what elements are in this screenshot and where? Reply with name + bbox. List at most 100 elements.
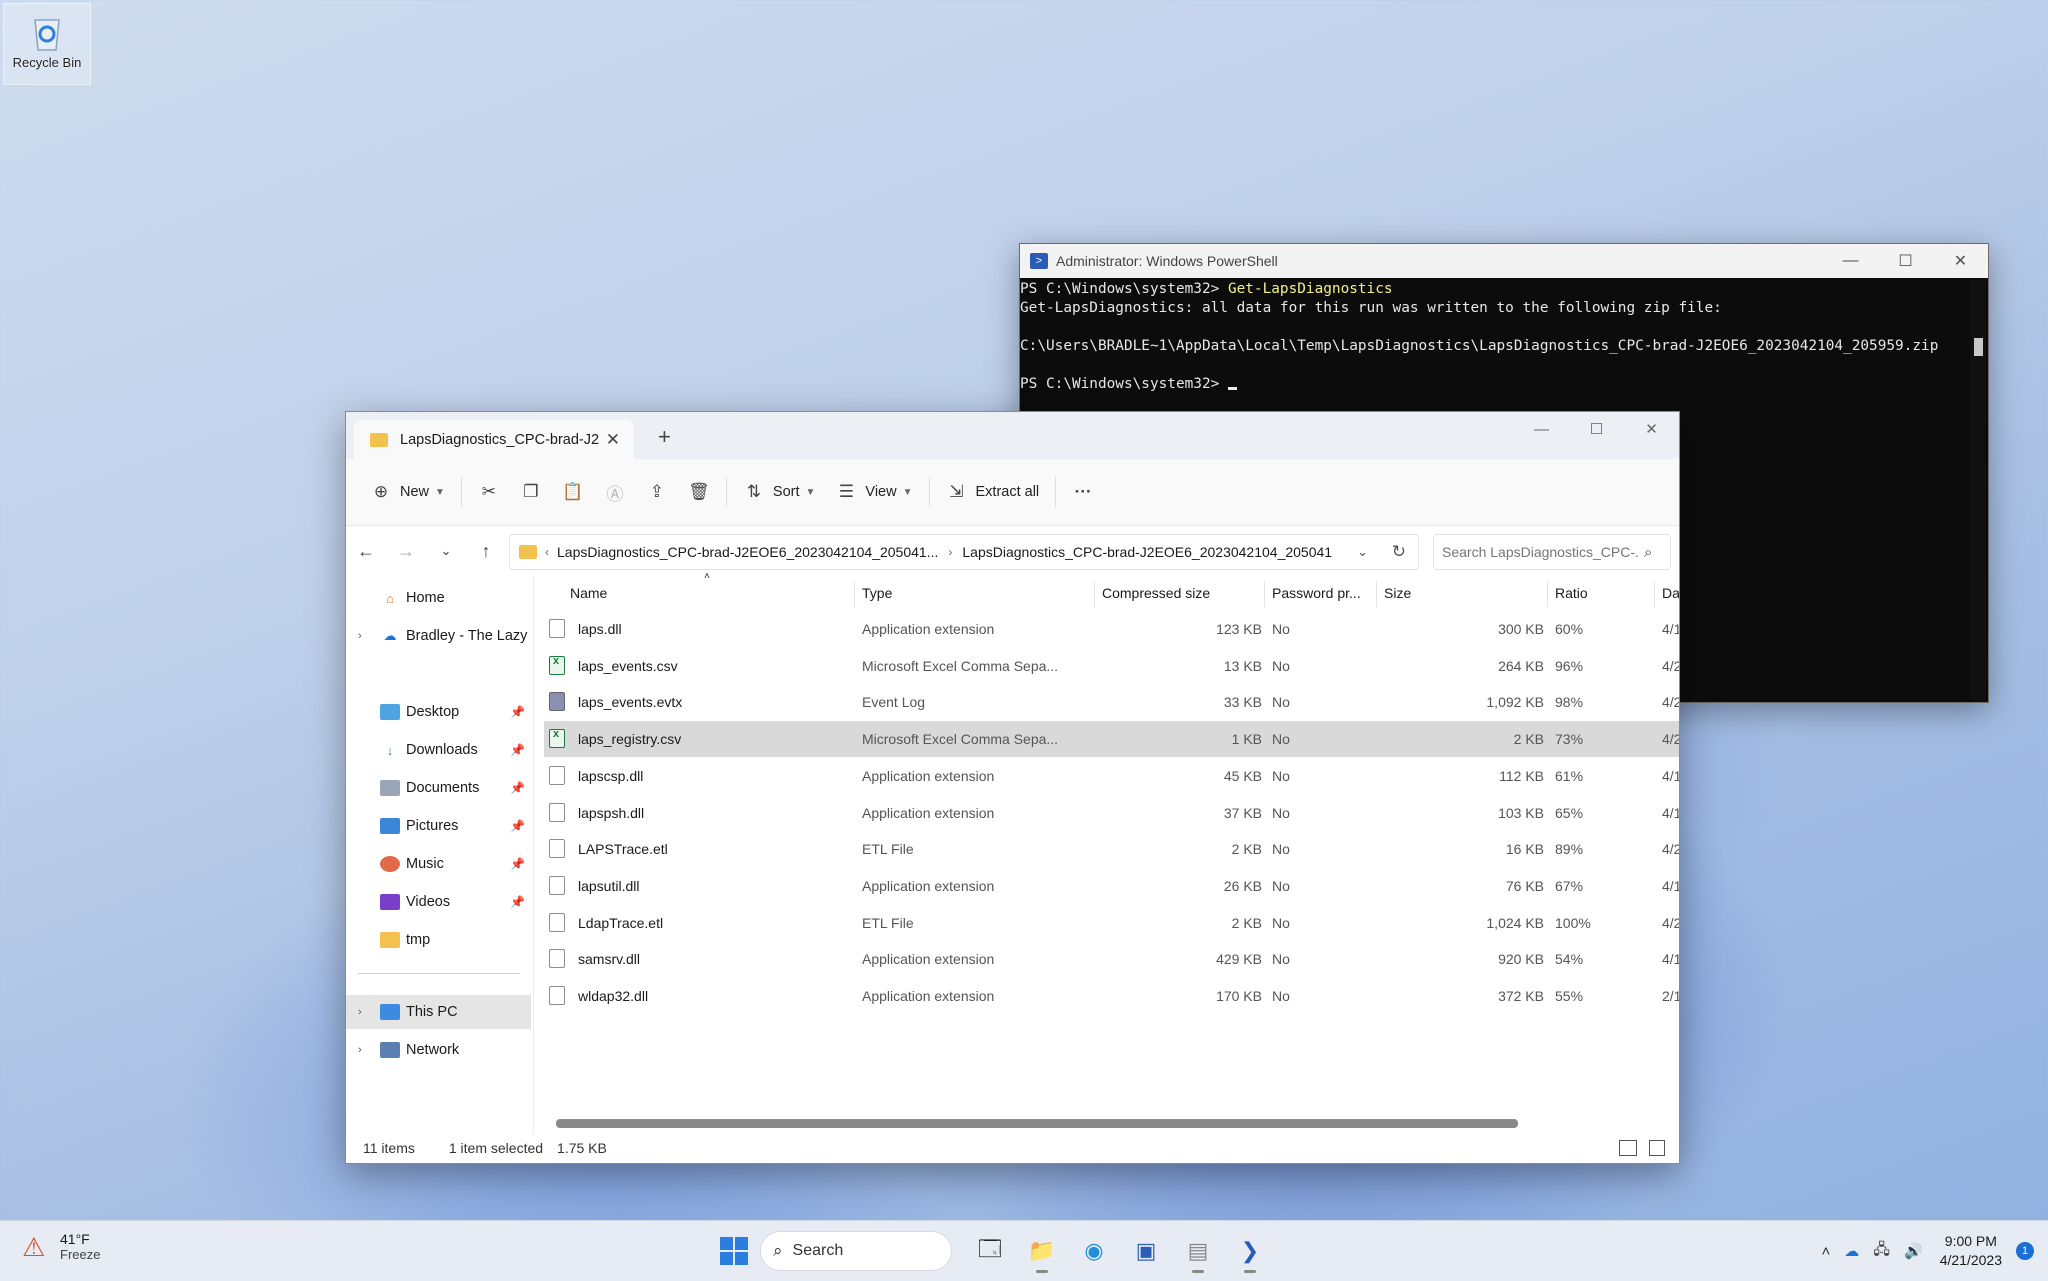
- recycle-bin-icon[interactable]: Recycle Bin: [3, 3, 91, 85]
- pin-icon[interactable]: 📌: [510, 819, 525, 833]
- search-box[interactable]: ⌕: [1433, 534, 1671, 570]
- column-compressed-size[interactable]: Compressed size: [1102, 585, 1210, 601]
- address-dropdown-icon[interactable]: ⌄: [1357, 544, 1368, 560]
- paste-button[interactable]: 📋: [552, 475, 594, 509]
- notification-badge[interactable]: 1: [2016, 1242, 2034, 1260]
- powershell-title-bar[interactable]: > Administrator: Windows PowerShell — ☐ …: [1020, 244, 1988, 278]
- sidebar-item-home[interactable]: ⌂ Home: [346, 581, 531, 615]
- sidebar-item-desktop[interactable]: Desktop 📌: [346, 695, 531, 729]
- weather-widget[interactable]: ⚠ 41°F Freeze: [22, 1231, 100, 1262]
- file-explorer-taskbar-icon[interactable]: 📁: [1022, 1231, 1062, 1273]
- volume-icon[interactable]: 🔊: [1904, 1242, 1923, 1260]
- expand-icon[interactable]: ›: [358, 1044, 372, 1056]
- file-row[interactable]: LdapTrace.etl ETL File 2 KB No 1,024 KB 100% 4…: [544, 905, 1679, 941]
- copy-button[interactable]: ❐: [510, 475, 552, 509]
- weather-condition: Freeze: [60, 1247, 101, 1262]
- file-row[interactable]: wldap32.dll Application extension 170 KB No…: [544, 978, 1679, 1014]
- file-row[interactable]: laps.dll Application extension 123 KB No 300…: [544, 611, 1679, 647]
- edge-icon[interactable]: ◉: [1074, 1231, 1114, 1271]
- close-tab-icon[interactable]: ✕: [606, 430, 620, 450]
- store-icon[interactable]: ▣: [1126, 1231, 1166, 1271]
- task-view-icon[interactable]: 🗔: [970, 1231, 1010, 1271]
- column-password[interactable]: Password pr...: [1272, 585, 1361, 601]
- minimize-button[interactable]: —: [1823, 244, 1878, 278]
- explorer-tab[interactable]: LapsDiagnostics_CPC-brad-J2 ✕: [354, 420, 634, 459]
- pin-icon[interactable]: 📌: [510, 743, 525, 757]
- file-row[interactable]: samsrv.dll Application extension 429 KB No 9…: [544, 941, 1679, 977]
- maximize-button[interactable]: ☐: [1569, 412, 1624, 446]
- pin-icon[interactable]: 📌: [510, 705, 525, 719]
- file-row[interactable]: lapspsh.dll Application extension 37 KB No 1…: [544, 795, 1679, 831]
- cell-compressed: 123 KB: [1216, 621, 1262, 637]
- forward-button[interactable]: →: [386, 541, 426, 562]
- rename-button[interactable]: Ⓐ: [594, 475, 636, 509]
- file-row[interactable]: laps_events.csv Microsoft Excel Comma Sep…: [544, 648, 1679, 684]
- chevron-up-icon[interactable]: ˄: [1822, 1243, 1831, 1260]
- file-row[interactable]: lapsutil.dll Application extension 26 KB No…: [544, 868, 1679, 904]
- cut-button[interactable]: ✂: [468, 475, 510, 509]
- file-row[interactable]: LAPSTrace.etl ETL File 2 KB No 16 KB 89% 4/21/…: [544, 831, 1679, 867]
- more-options-button[interactable]: ···: [1062, 475, 1104, 509]
- up-button[interactable]: ↑: [466, 541, 506, 562]
- column-name[interactable]: Name: [570, 585, 607, 601]
- network-icon[interactable]: 🖧: [1873, 1239, 1890, 1264]
- large-icons-view-icon[interactable]: [1649, 1140, 1665, 1156]
- sort-button[interactable]: ⇅ Sort ▼: [733, 475, 826, 509]
- minimize-button[interactable]: —: [1514, 412, 1569, 446]
- close-button[interactable]: ✕: [1933, 244, 1988, 278]
- back-button[interactable]: ←: [346, 541, 386, 562]
- refresh-icon[interactable]: ↻: [1392, 542, 1406, 562]
- sidebar-item-pictures[interactable]: Pictures 📌: [346, 809, 531, 843]
- sidebar-item-documents[interactable]: Documents 📌: [346, 771, 531, 805]
- file-row[interactable]: laps_registry.csv Microsoft Excel Comma S…: [544, 721, 1679, 758]
- close-button[interactable]: ✕: [1624, 412, 1679, 446]
- search-input[interactable]: [1434, 543, 1640, 561]
- new-button[interactable]: ⊕ New ▼: [360, 475, 455, 509]
- file-list[interactable]: ˄ Name Type Compressed size Password pr.…: [534, 571, 1679, 1133]
- cell-size: 76 KB: [1505, 877, 1544, 894]
- cell-compressed: 33 KB: [1223, 694, 1262, 711]
- breadcrumb-parent[interactable]: LapsDiagnostics_CPC-brad-J2EOE6_20230421…: [557, 544, 938, 560]
- recent-locations-button[interactable]: ⌄: [426, 543, 466, 559]
- sidebar-item-this-pc[interactable]: › This PC: [346, 995, 531, 1029]
- column-type[interactable]: Type: [862, 585, 892, 601]
- onedrive-icon[interactable]: ☁: [1844, 1242, 1859, 1260]
- details-view-icon[interactable]: [1619, 1140, 1637, 1156]
- sidebar-item-music[interactable]: Music 📌: [346, 847, 531, 881]
- new-tab-button[interactable]: +: [658, 424, 671, 450]
- horizontal-scrollbar[interactable]: [556, 1119, 1518, 1128]
- app-icon[interactable]: ▤: [1178, 1231, 1218, 1273]
- file-explorer-window[interactable]: LapsDiagnostics_CPC-brad-J2 ✕ + — ☐ ✕ ⊕ …: [345, 411, 1680, 1164]
- sidebar-item-network[interactable]: › Network: [346, 1033, 531, 1067]
- column-ratio[interactable]: Ratio: [1555, 585, 1588, 601]
- powershell-scrollbar[interactable]: [1970, 280, 1986, 700]
- address-bar[interactable]: ‹ LapsDiagnostics_CPC-brad-J2EOE6_202304…: [509, 534, 1419, 570]
- sidebar-item-tmp[interactable]: tmp: [346, 923, 531, 957]
- start-button[interactable]: [720, 1237, 748, 1265]
- column-size[interactable]: Size: [1384, 585, 1411, 601]
- powershell-taskbar-icon[interactable]: ❯: [1230, 1231, 1270, 1273]
- column-date[interactable]: Date mo: [1662, 585, 1679, 601]
- powershell-console[interactable]: PS C:\Windows\system32> Get-LapsDiagnost…: [1020, 278, 1988, 394]
- pin-icon[interactable]: 📌: [510, 857, 525, 871]
- tab-bar: LapsDiagnostics_CPC-brad-J2 ✕ + — ☐ ✕: [346, 412, 1679, 459]
- delete-button[interactable]: 🗑: [678, 475, 720, 509]
- cell-size: 300 KB: [1498, 621, 1544, 637]
- expand-icon[interactable]: ›: [358, 1006, 372, 1018]
- view-button[interactable]: ☰ View ▼: [825, 475, 922, 509]
- clock[interactable]: 9:00 PM 4/21/2023: [1940, 1232, 2002, 1270]
- breadcrumb-current[interactable]: LapsDiagnostics_CPC-brad-J2EOE6_20230421…: [962, 544, 1332, 560]
- sidebar-item-downloads[interactable]: ↓ Downloads 📌: [346, 733, 531, 767]
- maximize-button[interactable]: ☐: [1878, 244, 1933, 278]
- sidebar-item-videos[interactable]: Videos 📌: [346, 885, 531, 919]
- pin-icon[interactable]: 📌: [510, 895, 525, 909]
- pin-icon[interactable]: 📌: [510, 781, 525, 795]
- file-row[interactable]: lapscsp.dll Application extension 45 KB No 1…: [544, 758, 1679, 794]
- extract-all-button[interactable]: ⇲ Extract all: [936, 475, 1050, 509]
- expand-icon[interactable]: ›: [358, 630, 372, 642]
- scrollbar-thumb[interactable]: [1974, 338, 1983, 356]
- sidebar-item-onedrive[interactable]: › ☁ Bradley - The Lazy A: [346, 619, 531, 653]
- file-row[interactable]: laps_events.evtx Event Log 33 KB No 1,092 KB…: [544, 684, 1679, 720]
- share-button[interactable]: ⇪: [636, 475, 678, 509]
- taskbar-search[interactable]: ⌕ Search: [760, 1231, 952, 1271]
